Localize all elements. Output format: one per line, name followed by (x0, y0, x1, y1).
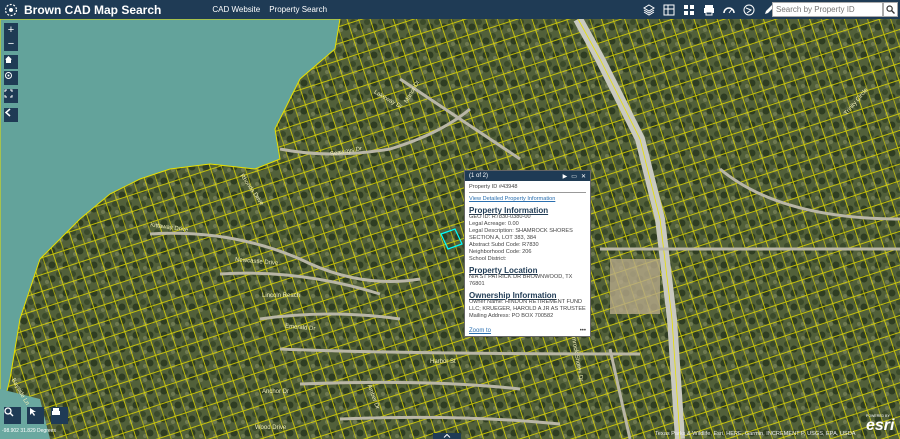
pointer-icon (30, 408, 36, 416)
school-district: School District: (469, 256, 507, 262)
map-view[interactable]: Kittaway Drive Rhonda Drive Newcastle Dr… (0, 19, 900, 439)
coordinates-readout: -98.902 31.829 Degrees (2, 428, 56, 434)
close-icon[interactable]: ✕ (581, 173, 586, 180)
panel-handle[interactable] (433, 433, 461, 439)
home-icon (5, 56, 12, 63)
logo-icon (4, 3, 18, 16)
home-button[interactable] (4, 55, 18, 69)
search-input[interactable] (772, 2, 883, 17)
identify-button[interactable] (27, 407, 44, 424)
street-label: Wood Drive (255, 425, 287, 431)
street-label: Harbor St (430, 359, 456, 365)
legal-description: Legal Description: SHAMROCK SHORES SECTI… (469, 228, 573, 241)
more-icon[interactable]: ••• (580, 328, 586, 334)
fullscreen-icon (4, 89, 13, 98)
chevron-up-icon (443, 434, 451, 438)
share-icon[interactable] (741, 2, 757, 17)
street-label: Anchor Dr (262, 389, 290, 395)
section-property-info: Property Information (469, 206, 549, 215)
measure-icon[interactable] (721, 2, 737, 17)
layers-icon[interactable] (641, 2, 657, 17)
popup-counter: (1 of 2) (469, 173, 489, 179)
locate-button[interactable] (4, 71, 18, 85)
basemap-icon[interactable] (661, 2, 677, 17)
property-location: N/A ST PATRICK DR BROWNWOOD, TX 76801 (469, 274, 573, 287)
grid-icon[interactable] (681, 2, 697, 17)
zoom-to-link[interactable]: Zoom to (469, 328, 491, 334)
search-tool-button[interactable] (4, 407, 21, 424)
property-id: Property ID #43948 (469, 184, 586, 193)
cad-website-link[interactable]: CAD Website (212, 5, 260, 14)
print-icon (52, 408, 60, 415)
zoom-out-button[interactable]: − (4, 37, 18, 51)
owner-name: Owner Name: HINDON RETIREMENT FUND LLC; … (469, 299, 586, 312)
fullscreen-button[interactable] (4, 89, 18, 103)
section-location: Property Location (469, 266, 538, 275)
print-button[interactable] (51, 407, 68, 424)
mailing-address: Mailing Address: PO BOX 700582 (469, 313, 554, 319)
geo-id: GEO ID: R7830-0380-00 (469, 214, 531, 220)
view-details-link[interactable]: View Detailed Property Information (469, 196, 586, 203)
esri-logo: esri (866, 417, 895, 434)
attribution-text: Texas Parks & Wildlife, Esri, HERE, Garm… (655, 431, 856, 437)
locate-icon (5, 72, 12, 79)
app-title: Brown CAD Map Search (24, 2, 162, 17)
popup-header: (1 of 2) ▶ ▭ ✕ (465, 171, 590, 181)
property-popup: (1 of 2) ▶ ▭ ✕ Property ID #43948 View D… (464, 170, 591, 337)
search-icon (4, 407, 14, 417)
next-icon[interactable]: ▶ (563, 173, 568, 180)
abstract-code: Abstract Subd Code: R7830 (469, 242, 539, 248)
search-icon[interactable] (883, 2, 898, 17)
map-canvas[interactable] (0, 19, 900, 439)
collapse-button[interactable] (4, 108, 18, 122)
legal-acreage: Legal Acreage: 0.00 (469, 221, 519, 227)
maximize-icon[interactable]: ▭ (571, 173, 577, 180)
print-icon[interactable] (701, 2, 717, 17)
street-label: Lincoln Reach (262, 293, 301, 299)
neighborhood-code: Neighborhood Code: 206 (469, 249, 532, 255)
section-ownership: Ownership Information (469, 291, 557, 300)
header-bar: Brown CAD Map Search CAD Website Propert… (0, 0, 900, 19)
property-search-link[interactable]: Property Search (269, 5, 327, 14)
app-window: Brown CAD Map Search CAD Website Propert… (0, 0, 900, 439)
arrow-left-icon (4, 108, 11, 117)
zoom-in-button[interactable]: + (4, 23, 18, 37)
